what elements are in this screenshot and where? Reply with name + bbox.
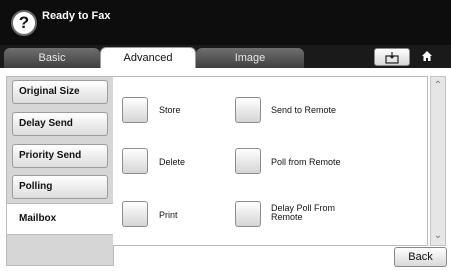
- print-button[interactable]: [122, 201, 148, 227]
- delete-label: Delete: [159, 157, 186, 167]
- scroll-up-icon[interactable]: ⌃: [431, 79, 445, 93]
- store-label: Store: [159, 105, 181, 115]
- sidebar: [6, 76, 114, 266]
- home-icon: [422, 51, 432, 61]
- scrollbar[interactable]: ⌃ ⌄: [430, 76, 446, 246]
- fax-tray-icon: [385, 52, 399, 64]
- status-header: ? Ready to Fax: [0, 0, 451, 45]
- back-button[interactable]: Back: [394, 247, 447, 267]
- sidebar-item-original-size[interactable]: Original Size: [12, 80, 108, 104]
- scroll-down-icon[interactable]: ⌄: [431, 229, 445, 243]
- home-button[interactable]: [414, 48, 442, 66]
- poll-from-remote-button[interactable]: [235, 148, 261, 174]
- sidebar-item-polling[interactable]: Polling: [12, 175, 108, 199]
- tab-basic[interactable]: Basic: [4, 48, 100, 68]
- send-to-remote-label: Send to Remote: [271, 105, 337, 115]
- print-label: Print: [159, 210, 178, 220]
- sidebar-item-mailbox[interactable]: Mailbox: [6, 203, 114, 235]
- store-button[interactable]: [122, 97, 148, 123]
- tab-image[interactable]: Image: [196, 48, 304, 68]
- fax-advanced-screen: ? Ready to Fax Basic Advanced Image Orig…: [0, 0, 451, 271]
- sidebar-item-delay-send[interactable]: Delay Send: [12, 112, 108, 136]
- send-to-remote-button[interactable]: [235, 97, 261, 123]
- delay-poll-from-remote-label: Delay Poll From Remote: [271, 203, 336, 222]
- delay-poll-from-remote-button[interactable]: [235, 201, 261, 227]
- fax-tray-button[interactable]: [374, 48, 410, 66]
- sidebar-item-priority-send[interactable]: Priority Send: [12, 144, 108, 168]
- delete-button[interactable]: [122, 148, 148, 174]
- poll-from-remote-label: Poll from Remote: [271, 157, 341, 167]
- help-icon[interactable]: ?: [11, 10, 37, 36]
- status-text: Ready to Fax: [42, 10, 111, 22]
- tab-advanced[interactable]: Advanced: [100, 47, 196, 68]
